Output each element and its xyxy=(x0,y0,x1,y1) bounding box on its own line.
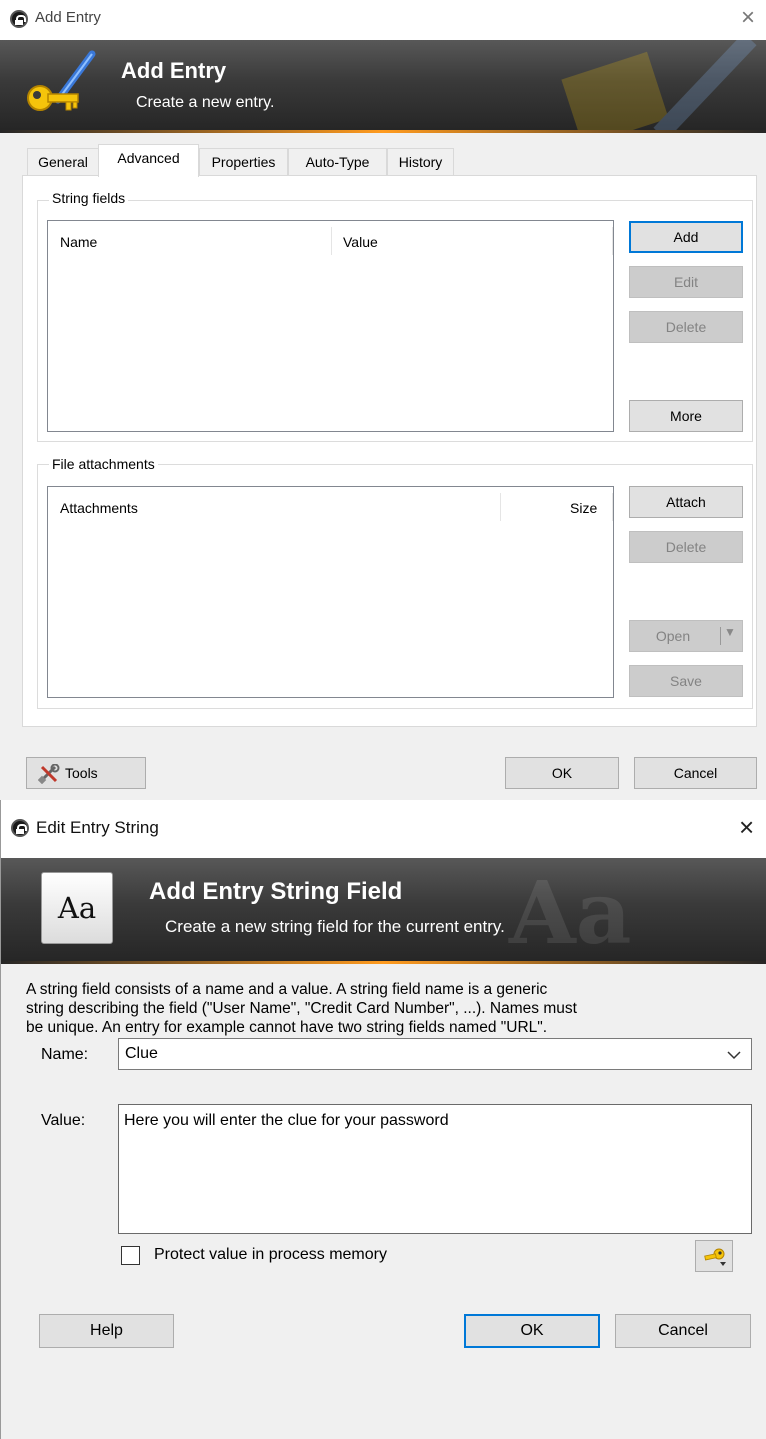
font-icon: Aa xyxy=(41,872,113,944)
chevron-down-icon[interactable] xyxy=(727,1050,741,1060)
tools-label[interactable]: Tools xyxy=(65,765,98,781)
tab-auto-type[interactable]: Auto-Type xyxy=(288,148,387,175)
column-header-name[interactable]: Name xyxy=(60,234,97,250)
description-line: string describing the field ("User Name"… xyxy=(26,1000,577,1017)
close-icon[interactable]: × xyxy=(739,812,754,843)
edit-string-button[interactable]: Edit xyxy=(629,266,743,298)
open-split-button[interactable]: Open ▼ xyxy=(629,620,743,652)
description-text: A string field consists of a name and a … xyxy=(26,980,761,1037)
column-header-size[interactable]: Size xyxy=(570,500,597,516)
column-separator[interactable] xyxy=(612,493,613,521)
banner-title: Add Entry xyxy=(121,58,227,83)
name-value[interactable]: Clue xyxy=(125,1045,158,1063)
name-label: Name: xyxy=(41,1046,89,1063)
string-fields-list[interactable]: Name Value xyxy=(47,220,614,432)
banner-subtitle: Create a new string field for the curren… xyxy=(165,917,505,936)
banner-accent-line xyxy=(1,961,766,964)
cancel-button[interactable]: Cancel xyxy=(615,1314,751,1348)
chevron-down-icon[interactable]: ▼ xyxy=(724,625,736,639)
cancel-button[interactable]: Cancel xyxy=(634,757,757,789)
protect-checkbox[interactable] xyxy=(121,1246,140,1265)
key-generator-icon xyxy=(704,1248,726,1266)
file-attachments-label: File attachments xyxy=(49,456,158,472)
description-line: A string field consists of a name and a … xyxy=(26,981,548,998)
banner-accent-line xyxy=(0,130,766,133)
save-attachment-button[interactable]: Save xyxy=(629,665,743,697)
tab-advanced[interactable]: Advanced xyxy=(98,144,199,177)
advanced-tab-panel: String fields Name Value Add Edit Delete… xyxy=(22,175,757,727)
add-entry-window: Add Entry × Add Entry Create a new entry… xyxy=(0,0,766,800)
column-separator[interactable] xyxy=(331,227,332,255)
protect-label[interactable]: Protect value in process memory xyxy=(154,1246,387,1264)
key-pen-icon xyxy=(27,50,96,111)
value-textarea[interactable]: Here you will enter the clue for your pa… xyxy=(118,1104,752,1234)
edit-string-titlebar: Edit Entry String × xyxy=(1,800,766,858)
value-text[interactable]: Here you will enter the clue for your pa… xyxy=(124,1112,449,1130)
column-separator[interactable] xyxy=(500,493,501,521)
password-generator-button[interactable] xyxy=(695,1240,733,1272)
description-line: be unique. An entry for example cannot h… xyxy=(26,1019,548,1036)
banner-watermark-icon xyxy=(561,40,757,130)
add-entry-banner: Add Entry Create a new entry. xyxy=(0,40,766,130)
value-label: Value: xyxy=(41,1112,86,1129)
column-header-attachments[interactable]: Attachments xyxy=(60,500,138,516)
name-combobox[interactable]: Clue xyxy=(118,1038,752,1070)
banner-watermark-icon: Aa xyxy=(509,863,632,961)
edit-string-banner: Aa Aa Add Entry String Field Create a ne… xyxy=(1,858,766,961)
open-button-label[interactable]: Open xyxy=(630,621,716,651)
tools-button[interactable]: Tools xyxy=(26,757,146,789)
add-entry-titlebar: Add Entry × xyxy=(0,0,766,40)
tab-properties[interactable]: Properties xyxy=(199,148,288,175)
column-header-value[interactable]: Value xyxy=(343,234,378,250)
tools-icon xyxy=(38,764,60,784)
tab-general[interactable]: General xyxy=(27,148,99,175)
keepass-lock-icon xyxy=(11,819,29,837)
ok-button[interactable]: OK xyxy=(464,1314,600,1348)
delete-attachment-button[interactable]: Delete xyxy=(629,531,743,563)
split-divider xyxy=(720,627,721,645)
tab-history[interactable]: History xyxy=(387,148,454,175)
help-button[interactable]: Help xyxy=(39,1314,174,1348)
keepass-lock-icon xyxy=(10,10,28,28)
edit-entry-string-window: Edit Entry String × Aa Aa Add Entry Stri… xyxy=(0,800,766,1439)
close-icon[interactable]: × xyxy=(741,4,755,32)
delete-string-button[interactable]: Delete xyxy=(629,311,743,343)
column-separator[interactable] xyxy=(612,227,613,255)
ok-button[interactable]: OK xyxy=(505,757,619,789)
banner-subtitle: Create a new entry. xyxy=(136,94,275,111)
string-fields-label: String fields xyxy=(49,190,129,206)
banner-title: Add Entry String Field xyxy=(149,878,403,905)
window-title: Edit Entry String xyxy=(36,818,159,837)
attachments-list[interactable]: Attachments Size xyxy=(47,486,614,698)
more-button[interactable]: More xyxy=(629,400,743,432)
attach-button[interactable]: Attach xyxy=(629,486,743,518)
window-title: Add Entry xyxy=(35,9,101,26)
add-string-button[interactable]: Add xyxy=(629,221,743,253)
